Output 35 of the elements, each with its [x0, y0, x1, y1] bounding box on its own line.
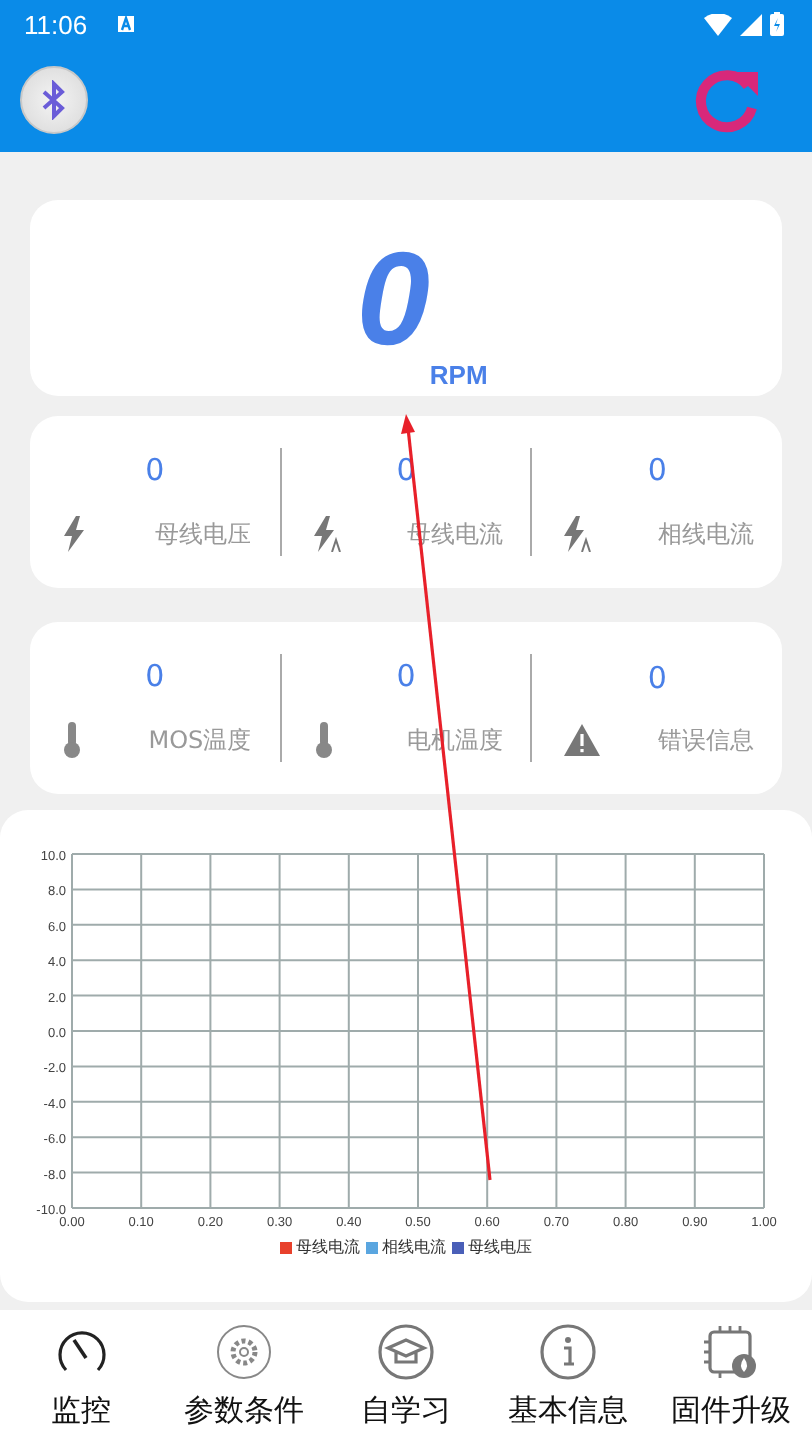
legend-label: 母线电流 — [296, 1236, 360, 1258]
legend-label: 母线电压 — [468, 1236, 532, 1258]
metric-label: 错误信息 — [658, 723, 755, 757]
speed-unit: RPM — [429, 360, 488, 390]
battery-icon — [770, 12, 784, 36]
lightning-icon — [313, 516, 342, 552]
metric-label: MOS温度 — [148, 723, 252, 757]
thermometer-icon — [62, 722, 82, 758]
nav-tab[interactable]: 自学习 — [324, 1323, 488, 1429]
info-icon — [540, 1323, 597, 1379]
gear-icon — [215, 1323, 272, 1379]
status-time: 11:06 — [24, 9, 88, 39]
metric-value: 0 — [145, 452, 165, 488]
bluetooth-button[interactable] — [20, 66, 88, 134]
wifi-icon — [704, 13, 732, 35]
legend-label: 相线电流 — [382, 1236, 446, 1258]
metric-label: 母线电压 — [155, 517, 252, 551]
metric-label: 相线电流 — [658, 517, 755, 551]
notification-icon — [115, 14, 136, 34]
speed-value: 0 — [356, 222, 430, 374]
lightning-icon — [564, 516, 593, 552]
chip-icon — [702, 1323, 759, 1379]
thermometer-icon — [313, 722, 334, 758]
signal-icon — [740, 13, 762, 35]
warning-icon — [564, 724, 601, 756]
metric-value: 0 — [396, 658, 416, 694]
metric-value: 0 — [145, 658, 165, 694]
graduation-cap-icon — [378, 1323, 434, 1379]
nav-tab[interactable]: 基本信息 — [487, 1323, 650, 1429]
nav-tab[interactable]: 固件升级 — [649, 1323, 812, 1429]
lightning-icon — [62, 516, 86, 552]
nav-tab[interactable]: 参数条件 — [162, 1323, 325, 1429]
nav-tab[interactable]: 监控 — [0, 1323, 163, 1429]
metric-value: 0 — [647, 659, 667, 695]
metric-value: 0 — [647, 452, 667, 488]
